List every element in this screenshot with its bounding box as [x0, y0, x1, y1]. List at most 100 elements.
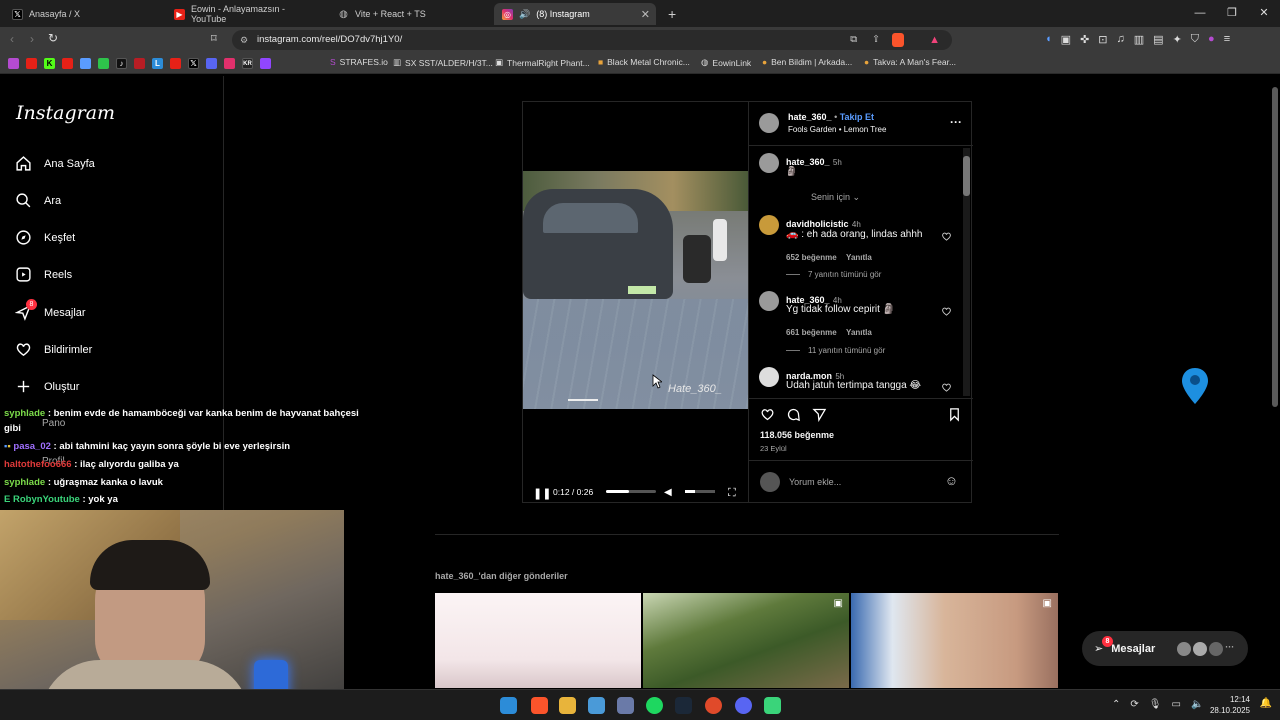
comment-icon[interactable]: [786, 407, 801, 422]
bookmark-sx[interactable]: ▥ SX SST/ALDER/H/3T...: [393, 57, 493, 68]
forward-icon[interactable]: ›: [30, 32, 34, 46]
bookmark-icon-5[interactable]: L: [152, 58, 163, 69]
tiktok-icon[interactable]: ♪: [116, 58, 127, 69]
clock[interactable]: 12:14 28.10.2025: [1210, 694, 1250, 716]
new-tab-button[interactable]: +: [660, 3, 684, 25]
close-tab-icon[interactable]: ✕: [641, 8, 650, 21]
like-icon[interactable]: [760, 407, 775, 422]
tab-youtube[interactable]: ▶ Eowin - Anlayamazsın - YouTube: [166, 3, 330, 25]
view-replies[interactable]: 11 yanıtın tümünü gör: [786, 346, 885, 355]
bookmark-icon-4[interactable]: [134, 58, 145, 69]
back-icon[interactable]: ‹: [10, 32, 14, 46]
bookmark-icon[interactable]: ⌑: [211, 32, 217, 45]
share-icon[interactable]: [812, 407, 827, 422]
tray-chevron-icon[interactable]: ⌃: [1112, 699, 1120, 710]
sync-icon[interactable]: ⟳: [1130, 699, 1138, 710]
more-options-icon[interactable]: ···: [950, 115, 962, 129]
song-label[interactable]: Fools Garden • Lemon Tree: [788, 125, 886, 134]
bookmark-blackmetal[interactable]: ■ Black Metal Chronic...: [598, 57, 690, 67]
like-comment-icon[interactable]: [941, 231, 952, 242]
folder-icon[interactable]: [559, 697, 576, 714]
share-icon[interactable]: ⇪: [872, 30, 880, 50]
messages-pill[interactable]: ➢ 8 Mesajlar ···: [1082, 631, 1248, 666]
youtube-icon[interactable]: [26, 58, 37, 69]
save-icon[interactable]: [947, 407, 962, 422]
nav-reels[interactable]: Reels: [15, 266, 72, 283]
profile-icon[interactable]: ●: [1208, 33, 1215, 46]
wallet2-icon[interactable]: ▤: [1153, 33, 1163, 46]
comment-input[interactable]: Yorum ekle...: [789, 477, 841, 487]
caption-avatar[interactable]: [759, 153, 779, 173]
reload-icon[interactable]: ↻: [48, 31, 58, 45]
nav-search[interactable]: Ara: [15, 192, 61, 209]
site-settings-icon[interactable]: ⚙: [240, 30, 248, 50]
menu-icon[interactable]: ≡: [1224, 33, 1230, 46]
comment-filter[interactable]: Senin için ⌄: [811, 192, 860, 203]
comment-avatar[interactable]: [759, 367, 779, 387]
more-post-thumb[interactable]: [435, 593, 641, 688]
author-name[interactable]: hate_360_: [788, 112, 832, 122]
nav-notifications[interactable]: Bildirimler: [15, 341, 92, 358]
photos-icon[interactable]: [588, 697, 605, 714]
brave-rewards-icon[interactable]: ▲: [929, 30, 940, 50]
app-icon[interactable]: [617, 697, 634, 714]
bookmark-strafes[interactable]: S STRAFES.io: [330, 57, 388, 67]
volume-slider[interactable]: [685, 490, 715, 493]
sidebar-icon[interactable]: ▥: [1134, 33, 1144, 46]
reply-button[interactable]: Yanıtla: [846, 253, 872, 262]
nav-explore[interactable]: Keşfet: [15, 229, 75, 246]
more-post-thumb[interactable]: ▣: [643, 593, 849, 688]
obs-icon[interactable]: [705, 697, 722, 714]
nav-messages[interactable]: 8 Mesajlar: [14, 299, 86, 321]
restore-icon[interactable]: ❐: [1216, 0, 1248, 27]
screenshot-icon[interactable]: ▣: [1061, 33, 1071, 46]
comment-avatar[interactable]: [759, 291, 779, 311]
follow-button[interactable]: Takip Et: [840, 112, 874, 122]
bookmark-benbildim[interactable]: ● Ben Bildim | Arkada...: [762, 57, 852, 67]
media-icon[interactable]: ♫: [1117, 33, 1125, 46]
instagram-logo[interactable]: Instagram: [16, 102, 115, 124]
app2-icon[interactable]: [764, 697, 781, 714]
mic-icon[interactable]: 🎙: [1149, 699, 1162, 710]
volume-tray-icon[interactable]: 🔈: [1191, 699, 1203, 710]
bookmark-eowinlink[interactable]: ◍ EowinLink: [701, 57, 751, 68]
steam-icon[interactable]: [675, 697, 692, 714]
kick-icon[interactable]: K: [44, 58, 55, 69]
nav-dashboard-label[interactable]: Pano: [42, 418, 65, 429]
bookmark-icon-2[interactable]: [80, 58, 91, 69]
bookmark-icon-7[interactable]: KR: [242, 58, 253, 69]
pause-icon[interactable]: ❚❚: [533, 487, 551, 500]
volume-icon[interactable]: ◀: [664, 487, 672, 498]
reply-button[interactable]: Yanıtla: [846, 328, 872, 337]
author-avatar[interactable]: [759, 113, 779, 133]
emoji-icon[interactable]: ☺: [945, 473, 958, 488]
close-window-icon[interactable]: ✕: [1248, 0, 1280, 27]
reel-video[interactable]: Hate_360_ ❚❚ 0:12 / 0:26 ◀ ⛶: [523, 102, 748, 502]
like-comment-icon[interactable]: [941, 382, 952, 393]
brave-shield-icon[interactable]: [892, 33, 904, 47]
tab-vite[interactable]: ◍ Vite + React + TS: [330, 3, 494, 25]
youtube-icon[interactable]: [62, 58, 73, 69]
page-scrollbar-thumb[interactable]: [1272, 87, 1278, 407]
nav-create[interactable]: Oluştur: [15, 378, 79, 395]
open-in-app-icon[interactable]: ⧉: [850, 30, 857, 50]
vpn-icon[interactable]: ⛉: [1191, 33, 1199, 46]
page-scrollbar[interactable]: [1272, 77, 1278, 689]
comment-avatar[interactable]: [759, 215, 779, 235]
start-icon[interactable]: [500, 697, 517, 714]
like-count[interactable]: 118.056 beğenme: [760, 430, 834, 440]
bookmark-takva[interactable]: ● Takva: A Man's Fear...: [864, 57, 956, 67]
more-post-thumb[interactable]: ▣: [851, 593, 1058, 688]
comment-likes[interactable]: 652 beğenme: [786, 253, 837, 262]
wallet-icon[interactable]: ⊡: [1098, 33, 1107, 46]
url-input[interactable]: ⚙ instagram.com/reel/DO7dv7hj1Y0/ ⧉ ⇪ ▲: [232, 30, 952, 50]
scrollbar-thumb[interactable]: [963, 156, 970, 196]
discord-icon[interactable]: [735, 697, 752, 714]
network-icon[interactable]: ▭: [1171, 699, 1180, 710]
bookmark-icon-1[interactable]: [8, 58, 19, 69]
view-replies[interactable]: 7 yanıtın tümünü gör: [786, 270, 881, 279]
leo-icon[interactable]: ✦: [1173, 33, 1182, 46]
comment-user[interactable]: davidholicistic: [786, 219, 849, 229]
nav-home[interactable]: Ana Sayfa: [15, 155, 95, 172]
tab-instagram[interactable]: ◎ 🔊 (8) Instagram ✕: [494, 3, 656, 25]
